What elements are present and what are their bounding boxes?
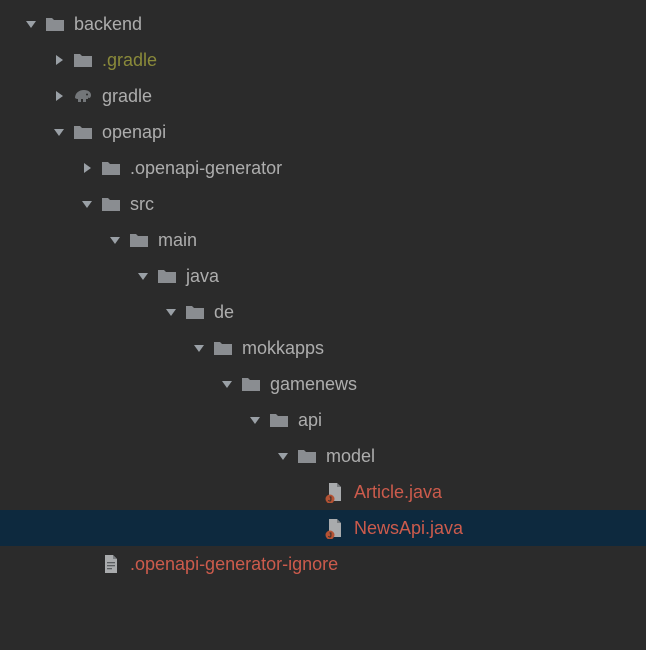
- tree-item-dot-openapi-generator[interactable]: .openapi-generator: [0, 150, 646, 186]
- chevron-down-icon[interactable]: [248, 413, 262, 427]
- tree-item-label: mokkapps: [242, 338, 324, 359]
- java-file-icon: J: [324, 481, 346, 503]
- tree-item-de[interactable]: de: [0, 294, 646, 330]
- tree-item-newsapi-java[interactable]: J NewsApi.java: [0, 510, 646, 546]
- chevron-down-icon[interactable]: [80, 197, 94, 211]
- svg-text:J: J: [328, 497, 332, 504]
- folder-icon: [296, 445, 318, 467]
- tree-item-main[interactable]: main: [0, 222, 646, 258]
- tree-item-label: .openapi-generator-ignore: [130, 554, 338, 575]
- tree-item-api[interactable]: api: [0, 402, 646, 438]
- tree-item-openapi[interactable]: openapi: [0, 114, 646, 150]
- folder-icon: [100, 193, 122, 215]
- chevron-down-icon[interactable]: [192, 341, 206, 355]
- gradle-elephant-icon: [72, 85, 94, 107]
- folder-icon: [240, 373, 262, 395]
- tree-item-label: backend: [74, 14, 142, 35]
- chevron-down-icon[interactable]: [276, 449, 290, 463]
- tree-item-label: .openapi-generator: [130, 158, 282, 179]
- folder-icon: [100, 157, 122, 179]
- tree-item-src[interactable]: src: [0, 186, 646, 222]
- chevron-down-icon[interactable]: [136, 269, 150, 283]
- folder-icon: [184, 301, 206, 323]
- tree-item-label: NewsApi.java: [354, 518, 463, 539]
- folder-icon: [72, 121, 94, 143]
- chevron-down-icon[interactable]: [108, 233, 122, 247]
- folder-icon: [128, 229, 150, 251]
- tree-item-label: api: [298, 410, 322, 431]
- tree-item-backend[interactable]: backend: [0, 6, 646, 42]
- file-tree: backend .gradle gradle openapi .openapi-gene…: [0, 0, 646, 582]
- folder-icon: [268, 409, 290, 431]
- tree-item-label: Article.java: [354, 482, 442, 503]
- folder-icon: [156, 265, 178, 287]
- tree-item-label: .gradle: [102, 50, 157, 71]
- folder-icon: [44, 13, 66, 35]
- chevron-down-icon[interactable]: [24, 17, 38, 31]
- svg-text:J: J: [328, 533, 332, 540]
- tree-item-gamenews[interactable]: gamenews: [0, 366, 646, 402]
- chevron-down-icon[interactable]: [52, 125, 66, 139]
- tree-item-dot-gradle[interactable]: .gradle: [0, 42, 646, 78]
- tree-item-model[interactable]: model: [0, 438, 646, 474]
- tree-item-label: gamenews: [270, 374, 357, 395]
- tree-item-openapi-generator-ignore[interactable]: .openapi-generator-ignore: [0, 546, 646, 582]
- chevron-right-icon[interactable]: [52, 53, 66, 67]
- folder-icon: [72, 49, 94, 71]
- tree-item-label: main: [158, 230, 197, 251]
- tree-item-label: src: [130, 194, 154, 215]
- tree-item-label: de: [214, 302, 234, 323]
- chevron-right-icon[interactable]: [52, 89, 66, 103]
- tree-item-java[interactable]: java: [0, 258, 646, 294]
- tree-item-mokkapps[interactable]: mokkapps: [0, 330, 646, 366]
- java-file-icon: J: [324, 517, 346, 539]
- folder-icon: [212, 337, 234, 359]
- chevron-right-icon[interactable]: [80, 161, 94, 175]
- chevron-down-icon[interactable]: [220, 377, 234, 391]
- tree-item-label: openapi: [102, 122, 166, 143]
- tree-item-article-java[interactable]: J Article.java: [0, 474, 646, 510]
- tree-item-label: model: [326, 446, 375, 467]
- chevron-down-icon[interactable]: [164, 305, 178, 319]
- tree-item-label: java: [186, 266, 219, 287]
- text-file-icon: [100, 553, 122, 575]
- tree-item-gradle[interactable]: gradle: [0, 78, 646, 114]
- tree-item-label: gradle: [102, 86, 152, 107]
